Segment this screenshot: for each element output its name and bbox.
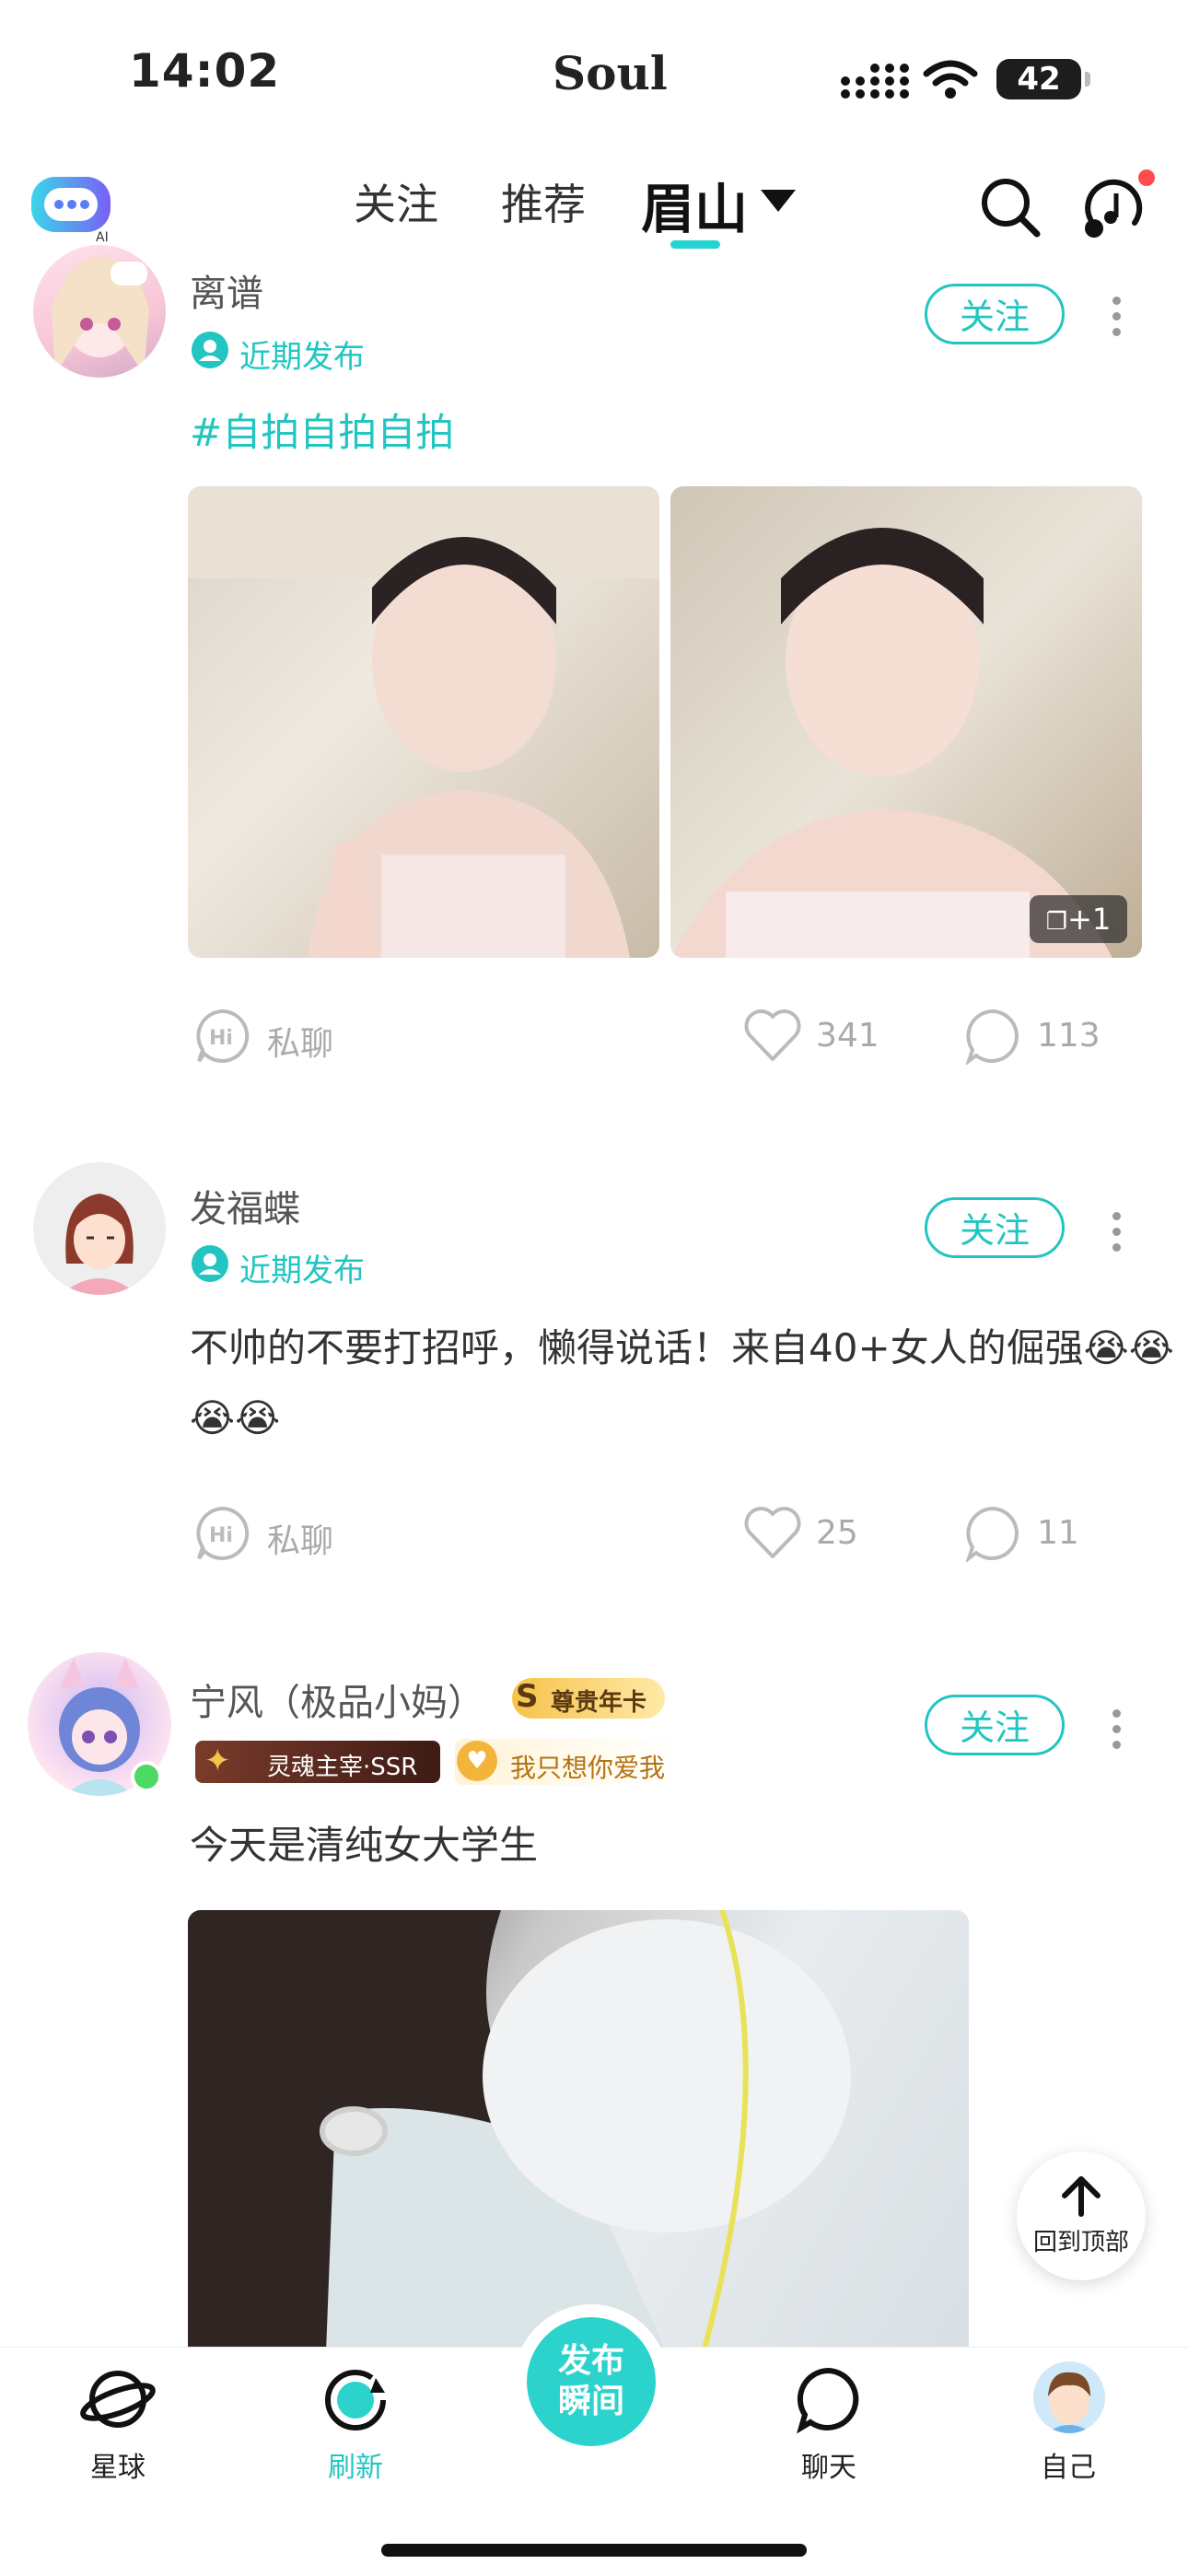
more-options-icon[interactable] [1112, 297, 1122, 337]
boy-avatar-art [1046, 2372, 1092, 2433]
publish-label-1: 发布 [557, 2342, 624, 2380]
follow-button[interactable]: 关注 [925, 1197, 1065, 1258]
status-time: 14:02 [129, 44, 281, 98]
comment-icon[interactable] [963, 1505, 1020, 1562]
post-text: 今天是清纯女大学生 [190, 1823, 539, 1868]
tab-me[interactable]: 自己 [1013, 2444, 1124, 2485]
selfie-image [188, 486, 659, 958]
online-indicator [131, 1761, 162, 1792]
post-username[interactable]: 离谱 [190, 263, 263, 317]
publish-label-2: 瞬间 [557, 2383, 624, 2420]
hi-chat-icon[interactable]: Hi [193, 1008, 250, 1065]
tab-planet[interactable]: 星球 [63, 2444, 173, 2485]
follow-button[interactable]: 关注 [925, 284, 1065, 344]
like-count: 25 [816, 1514, 858, 1552]
more-options-icon[interactable] [1112, 1709, 1122, 1750]
level-badge-label: 灵魂主宰·SSR [267, 1754, 418, 1781]
avatar[interactable] [33, 245, 166, 378]
tab-location[interactable]: 眉山 [641, 166, 748, 243]
chat-bubble-icon[interactable] [794, 2365, 862, 2433]
title-badge-icon: ♥ [457, 1741, 497, 1781]
private-chat-label[interactable]: 私聊 [267, 1017, 333, 1065]
home-indicator [381, 2544, 807, 2557]
heart-icon[interactable] [742, 1505, 803, 1560]
recent-post-icon [192, 1245, 228, 1282]
title-badge-label: 我只想你爱我 [510, 1753, 666, 1783]
anime-avatar-art [52, 257, 149, 374]
more-images-count: +1 [1067, 902, 1112, 937]
post-hashtag[interactable]: #自拍自拍自拍 [190, 402, 454, 458]
planet-icon[interactable] [79, 2365, 157, 2433]
search-icon[interactable] [978, 175, 1042, 239]
comment-count: 11 [1037, 1514, 1079, 1552]
tab-follow[interactable]: 关注 [354, 171, 438, 232]
publish-button[interactable]: 发布 瞬间 [527, 2317, 656, 2446]
tab-chat[interactable]: 聊天 [774, 2444, 884, 2485]
status-app-name: Soul [553, 46, 668, 100]
refresh-icon[interactable] [319, 2363, 392, 2437]
vip-badge-icon: S [516, 1678, 539, 1715]
signal-icon [841, 64, 909, 99]
private-chat-label[interactable]: 私聊 [267, 1514, 333, 1562]
hi-chat-icon[interactable]: Hi [193, 1505, 250, 1562]
post-photo-1[interactable] [188, 486, 659, 958]
avatar[interactable] [33, 1162, 166, 1295]
recent-post-icon [192, 332, 228, 368]
active-tab-indicator [670, 240, 720, 249]
notification-dot [1138, 169, 1155, 186]
vip-badge: S 尊贵年卡 [512, 1678, 665, 1719]
post-photo-1[interactable] [188, 1910, 969, 2352]
location-dropdown-icon[interactable] [761, 190, 796, 214]
svg-text:Hi: Hi [209, 1524, 233, 1547]
profile-avatar[interactable] [1033, 2361, 1105, 2433]
logo-ai-label: AI [96, 230, 109, 245]
post-photo-2[interactable]: ❐+1 [670, 486, 1142, 958]
post-username[interactable]: 宁风（极品小妈） [190, 1673, 484, 1726]
back-to-top-label: 回到顶部 [1032, 2229, 1129, 2256]
back-to-top-button[interactable]: 回到顶部 [1017, 2151, 1146, 2280]
arrow-up-icon [1062, 2176, 1101, 2217]
comment-icon[interactable] [963, 1008, 1020, 1065]
post-username[interactable]: 发福蝶 [190, 1179, 300, 1232]
battery-indicator: 42 [996, 59, 1090, 99]
svg-text:Hi: Hi [209, 1027, 233, 1050]
more-images-badge: ❐+1 [1030, 895, 1127, 943]
tab-refresh[interactable]: 刷新 [300, 2444, 411, 2485]
like-count: 341 [816, 1017, 879, 1055]
selfie-image [670, 528, 1112, 958]
wifi-icon [923, 60, 978, 99]
ai-logo-button[interactable] [31, 177, 111, 232]
recent-post-label: 近期发布 [239, 339, 365, 376]
vip-badge-label: 尊贵年卡 [551, 1689, 647, 1717]
recent-post-label: 近期发布 [239, 1253, 365, 1289]
tab-recommend[interactable]: 推荐 [501, 171, 586, 232]
level-badge-icon: ✦ [204, 1743, 231, 1779]
more-options-icon[interactable] [1112, 1212, 1122, 1253]
logo-dots-icon [54, 200, 89, 209]
post-text: 不帅的不要打招呼，懒得说话！来自40+女人的倔强😭😭😭😭 [190, 1325, 1174, 1440]
level-badge: ✦ 灵魂主宰·SSR [195, 1741, 440, 1783]
cartoon-avatar-art [61, 1194, 138, 1295]
follow-button[interactable]: 关注 [925, 1695, 1065, 1755]
heart-icon[interactable] [742, 1008, 803, 1063]
photo-image [188, 1910, 851, 2352]
comment-count: 113 [1037, 1017, 1101, 1055]
title-badge: ♥ 我只想你爱我 [455, 1739, 680, 1785]
